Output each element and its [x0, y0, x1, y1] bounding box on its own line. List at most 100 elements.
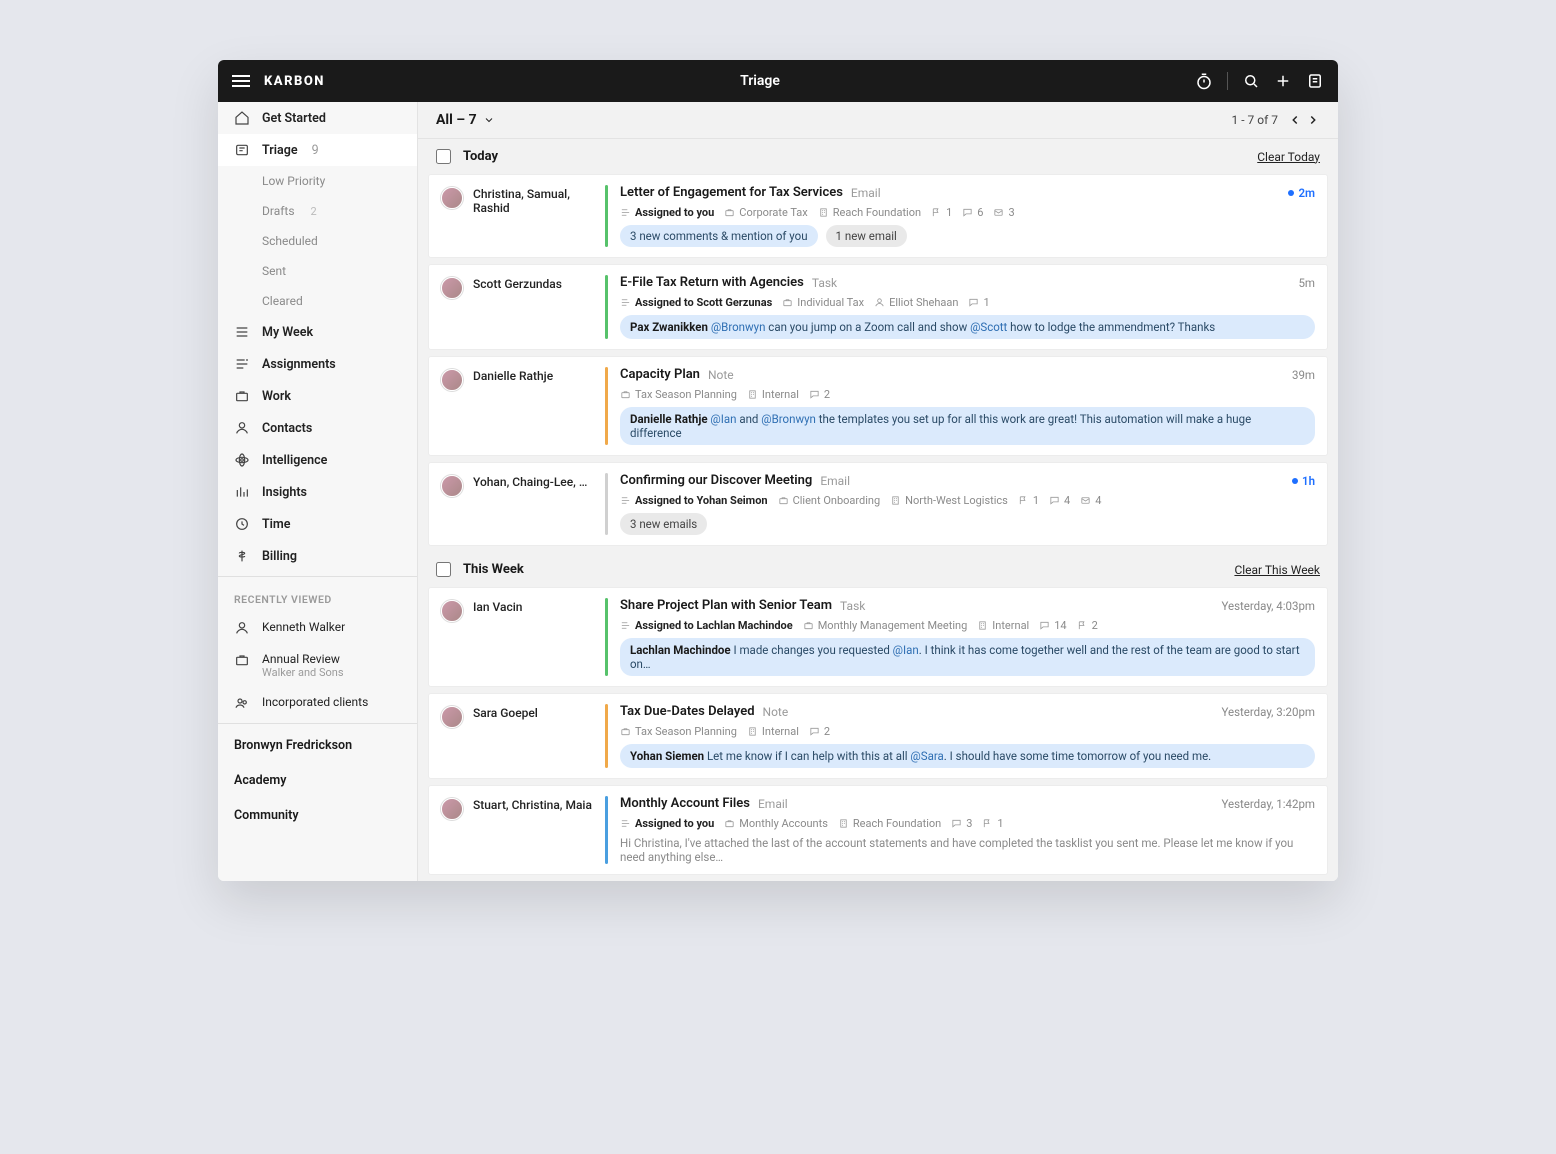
sidebar-item-sent[interactable]: Sent: [218, 256, 417, 286]
accent-bar: [605, 275, 608, 339]
timestamp: 1h: [1292, 474, 1315, 488]
from-names: Yohan, Chaing-Lee, …: [473, 475, 587, 489]
sidebar-label: Triage: [262, 143, 298, 158]
sidebar-item-drafts[interactable]: Drafts2: [218, 196, 417, 226]
meta-row: Assigned to youCorporate TaxReach Founda…: [620, 206, 1315, 219]
triage-card[interactable]: Ian Vacin Share Project Plan with Senior…: [428, 587, 1328, 687]
clear-link[interactable]: Clear This Week: [1234, 563, 1320, 577]
meta-row: Tax Season PlanningInternal2: [620, 725, 1315, 738]
triage-card[interactable]: Stuart, Christina, Maia Monthly Account …: [428, 785, 1328, 875]
timestamp: 39m: [1292, 368, 1315, 382]
building-icon: [818, 207, 829, 218]
pill[interactable]: 3 new emails: [620, 513, 707, 535]
triage-card[interactable]: Scott Gerzundas E-File Tax Return with A…: [428, 264, 1328, 350]
filter-dropdown[interactable]: All – 7: [436, 112, 495, 128]
mention[interactable]: @Sara: [910, 749, 943, 763]
building-icon: [890, 495, 901, 506]
pill[interactable]: 3 new comments & mention of you: [620, 225, 818, 247]
home-icon: [234, 110, 250, 126]
page-title: Triage: [740, 73, 780, 89]
unread-dot: [1292, 478, 1298, 484]
assign-icon: [620, 818, 631, 829]
recent-header: RECENTLY VIEWED: [218, 581, 417, 612]
divider: [218, 576, 417, 577]
plus-icon[interactable]: [1274, 72, 1292, 90]
sidebar-label: Get Started: [262, 111, 326, 126]
flag-icon: [1018, 495, 1029, 506]
mention[interactable]: @Ian: [710, 412, 736, 426]
sidebar-count: 9: [312, 143, 319, 158]
item-type: Task: [840, 599, 865, 613]
subject: Confirming our Discover Meeting: [620, 473, 812, 488]
triage-card[interactable]: Danielle Rathje Capacity Plan Note 39m T…: [428, 356, 1328, 456]
sidebar-item-insights[interactable]: Insights: [218, 476, 417, 508]
recent-item[interactable]: Incorporated clients: [218, 687, 417, 719]
chevron-right-icon[interactable]: [1306, 113, 1320, 127]
clear-link[interactable]: Clear Today: [1257, 150, 1320, 164]
sidebar-item-work[interactable]: Work: [218, 380, 417, 412]
triage-card[interactable]: Yohan, Chaing-Lee, … Confirming our Disc…: [428, 462, 1328, 546]
inbox-icon: [234, 142, 250, 158]
sidebar-item-triage[interactable]: Triage 9: [218, 134, 417, 166]
briefcase-icon: [778, 495, 789, 506]
meta-row: Assigned to Lachlan MachindoeMonthly Man…: [620, 619, 1315, 632]
card-list: Christina, Samual, Rashid Letter of Enga…: [418, 174, 1338, 546]
sidebar-community[interactable]: Community: [218, 798, 417, 833]
recent-item[interactable]: Kenneth Walker: [218, 612, 417, 644]
subject: Tax Due-Dates Delayed: [620, 704, 755, 719]
timestamp: 5m: [1298, 276, 1315, 290]
person-icon: [234, 620, 250, 636]
mention[interactable]: @Scott: [970, 320, 1007, 334]
building-icon: [838, 818, 849, 829]
select-all-checkbox[interactable]: [436, 562, 451, 577]
triage-card[interactable]: Christina, Samual, Rashid Letter of Enga…: [428, 174, 1328, 258]
meta-row: Assigned to youMonthly AccountsReach Fou…: [620, 817, 1315, 830]
pager: 1 - 7 of 7: [1232, 113, 1320, 127]
timestamp: 2m: [1288, 186, 1315, 200]
sidebar-user[interactable]: Bronwyn Fredrickson: [218, 728, 417, 763]
comment-quote: Yohan Siemen Let me know if I can help w…: [620, 744, 1315, 768]
sidebar-item-get-started[interactable]: Get Started: [218, 102, 417, 134]
sidebar-academy[interactable]: Academy: [218, 763, 417, 798]
briefcase-icon: [782, 297, 793, 308]
sidebar: Get Started Triage 9 Low Priority Drafts…: [218, 102, 418, 881]
pager-range: 1 - 7 of 7: [1232, 113, 1278, 127]
card-list: Ian Vacin Share Project Plan with Senior…: [418, 587, 1338, 875]
mail-icon: [1080, 495, 1091, 506]
pill[interactable]: 1 new email: [826, 225, 907, 247]
timer-icon[interactable]: [1195, 72, 1213, 90]
subject: Share Project Plan with Senior Team: [620, 598, 832, 613]
sidebar-item-contacts[interactable]: Contacts: [218, 412, 417, 444]
divider: [218, 723, 417, 724]
accent-bar: [605, 473, 608, 535]
building-icon: [977, 620, 988, 631]
avatar: [441, 798, 463, 820]
note-icon[interactable]: [1306, 72, 1324, 90]
select-all-checkbox[interactable]: [436, 149, 451, 164]
briefcase-icon: [620, 726, 631, 737]
mail-icon: [993, 207, 1004, 218]
sidebar-item-my-week[interactable]: My Week: [218, 316, 417, 348]
sidebar-item-intelligence[interactable]: Intelligence: [218, 444, 417, 476]
sidebar-item-scheduled[interactable]: Scheduled: [218, 226, 417, 256]
preview-text: Hi Christina, I've attached the last of …: [620, 836, 1315, 864]
chat-icon: [809, 389, 820, 400]
chat-icon: [951, 818, 962, 829]
triage-card[interactable]: Sara Goepel Tax Due-Dates Delayed Note Y…: [428, 693, 1328, 779]
chat-icon: [968, 297, 979, 308]
chat-icon: [962, 207, 973, 218]
mention[interactable]: @Ian: [893, 643, 919, 657]
sidebar-item-cleared[interactable]: Cleared: [218, 286, 417, 316]
search-icon[interactable]: [1242, 72, 1260, 90]
sidebar-item-billing[interactable]: Billing: [218, 540, 417, 572]
mention[interactable]: @Bronwyn: [711, 320, 766, 334]
sidebar-item-low-priority[interactable]: Low Priority: [218, 166, 417, 196]
accent-bar: [605, 367, 608, 445]
chevron-left-icon[interactable]: [1288, 113, 1302, 127]
mention[interactable]: @Bronwyn: [761, 412, 816, 426]
unread-dot: [1288, 190, 1294, 196]
sidebar-item-time[interactable]: Time: [218, 508, 417, 540]
sidebar-item-assignments[interactable]: Assignments: [218, 348, 417, 380]
recent-item[interactable]: Annual ReviewWalker and Sons: [218, 644, 417, 687]
menu-icon[interactable]: [232, 75, 250, 87]
